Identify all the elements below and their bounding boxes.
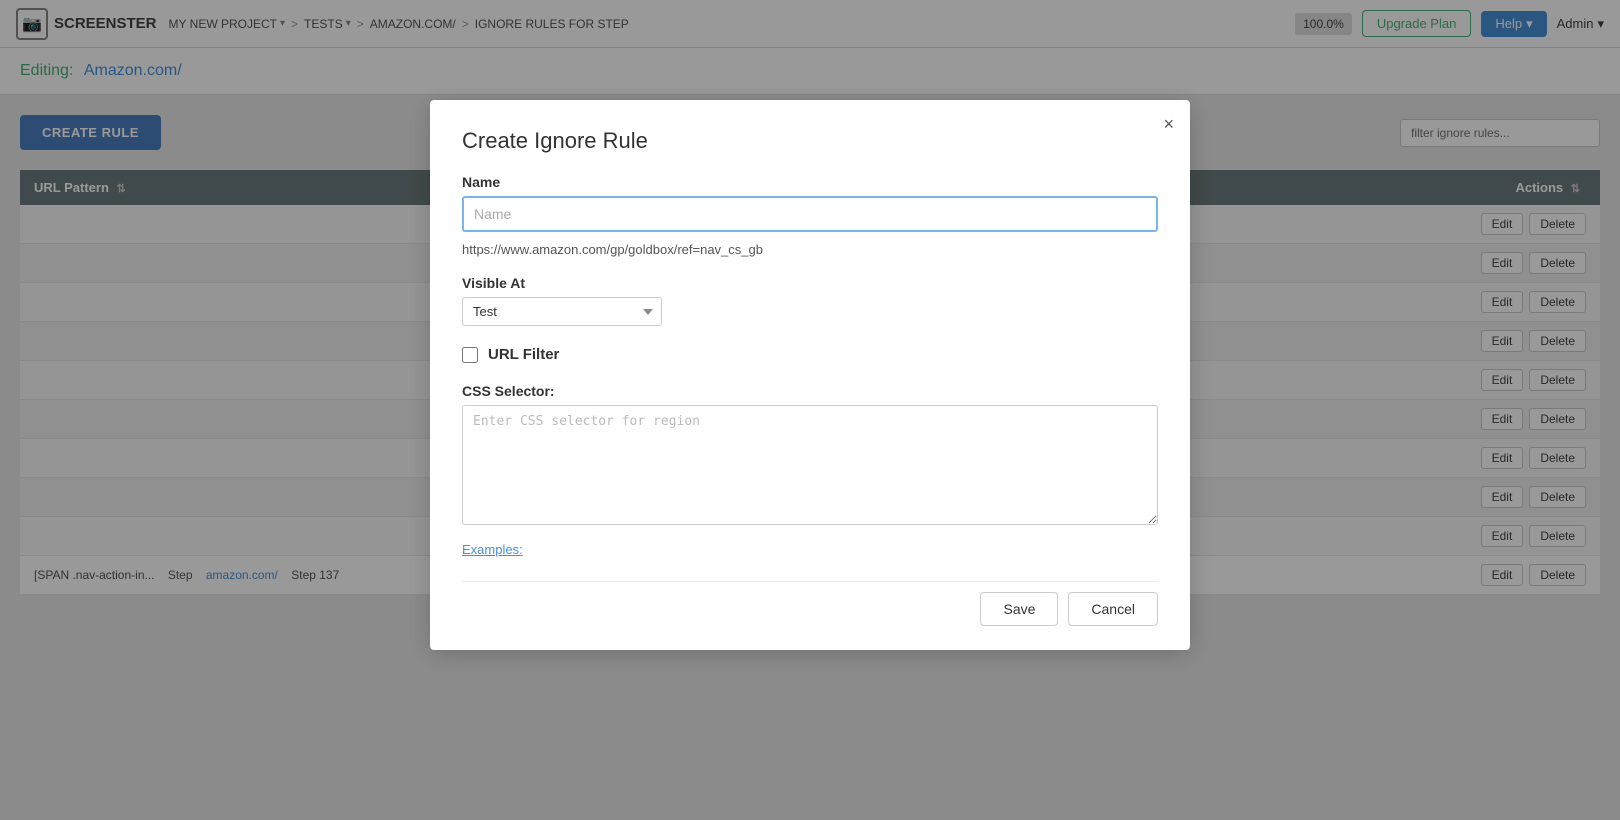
examples-link[interactable]: Examples: (462, 542, 523, 557)
name-input[interactable] (462, 196, 1158, 232)
save-button[interactable]: Save (980, 592, 1058, 626)
css-selector-textarea[interactable] (462, 405, 1158, 525)
name-label: Name (462, 174, 1158, 190)
cancel-button[interactable]: Cancel (1068, 592, 1158, 626)
url-filter-checkbox[interactable] (462, 347, 478, 363)
modal-title: Create Ignore Rule (462, 128, 1158, 154)
create-ignore-rule-modal: × Create Ignore Rule Name https://www.am… (430, 100, 1190, 650)
modal-overlay[interactable]: × Create Ignore Rule Name https://www.am… (0, 0, 1620, 820)
css-selector-label: CSS Selector: (462, 383, 1158, 399)
modal-close-button[interactable]: × (1163, 114, 1174, 135)
modal-footer: Save Cancel (462, 581, 1158, 626)
url-filter-label: URL Filter (488, 346, 559, 363)
url-filter-row: URL Filter (462, 346, 1158, 363)
visible-at-label: Visible At (462, 275, 1158, 291)
url-text: https://www.amazon.com/gp/goldbox/ref=na… (462, 242, 1158, 257)
visible-at-select[interactable]: Test All Baseline (462, 297, 662, 326)
